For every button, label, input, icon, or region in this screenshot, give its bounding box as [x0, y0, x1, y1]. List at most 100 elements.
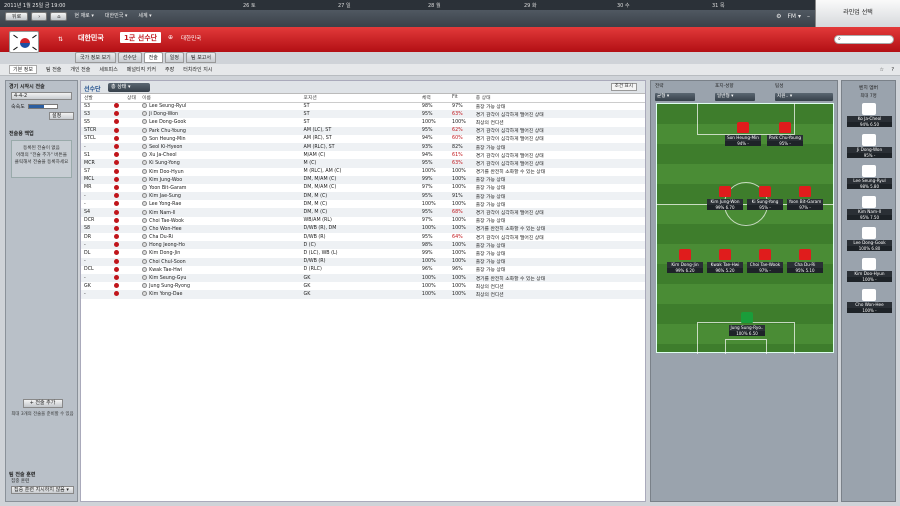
player-shirt-icon[interactable]: [799, 249, 811, 260]
player-status-icon[interactable]: [114, 217, 120, 223]
player-shirt-icon[interactable]: [779, 122, 791, 133]
subnav-basic[interactable]: 기본 정보: [9, 65, 37, 74]
column-header[interactable]: Fit: [449, 94, 473, 103]
calendar-day[interactable]: 26 토: [243, 2, 256, 9]
tactic-view-dropdown[interactable]: 설정: [49, 112, 74, 120]
info-icon[interactable]: ⊕: [168, 34, 173, 41]
tab-fixtures[interactable]: 일정: [164, 52, 184, 63]
add-tactic-button[interactable]: + 전술 추가: [22, 399, 63, 408]
table-row[interactable]: S8 Cho Won-Hee D/WB (R), DM 100% 100% 경기를 완전히…: [81, 224, 645, 233]
player-shirt-icon[interactable]: [719, 249, 731, 260]
player-status-icon[interactable]: [114, 168, 120, 174]
td-name[interactable]: Kim Seung-Gyu: [139, 273, 301, 283]
table-row[interactable]: DCL Kwak Tae-Hwi D (RLC) 96% 96% 출장 가능 상태: [81, 266, 645, 274]
table-row[interactable]: STCL Son Heung-Min AM (RC), ST 94% 60% 경기 감각이…: [81, 135, 645, 143]
calendar-day[interactable]: 28 월: [428, 2, 441, 9]
player-status-icon[interactable]: [114, 234, 120, 240]
td-role[interactable]: STCL: [81, 135, 111, 143]
td-role[interactable]: -: [81, 273, 112, 283]
player-shirt-icon[interactable]: [741, 312, 753, 323]
td-name[interactable]: Lee Yong-Rae: [139, 200, 300, 208]
forward-button[interactable]: ›: [31, 12, 48, 21]
subnav-team-tactics[interactable]: 팀 전술: [46, 66, 61, 73]
subnav-penalty[interactable]: 페널티킥 키커: [127, 66, 156, 73]
nav-menu-current[interactable]: 현 재로 ▾: [70, 12, 98, 22]
home-icon[interactable]: ⌂: [50, 12, 68, 21]
td-role[interactable]: S1: [81, 151, 111, 159]
player-info-icon[interactable]: [142, 225, 148, 231]
table-row[interactable]: GK Jung Sung-Ryong GK 100% 100% 최상의 컨디션: [81, 282, 645, 290]
td-name[interactable]: Hong Jeong-Ho: [139, 241, 301, 250]
bench-shirt-icon[interactable]: [862, 227, 876, 239]
player-status-icon[interactable]: [114, 258, 120, 264]
td-name[interactable]: Yoon Bit-Garam: [139, 184, 300, 192]
td-name[interactable]: Kim Yong-Dae: [139, 290, 301, 299]
td-role[interactable]: MR: [81, 184, 111, 192]
search-input[interactable]: ⌕: [834, 35, 894, 44]
td-role[interactable]: -: [81, 200, 111, 208]
minimize-icon[interactable]: –: [807, 13, 810, 20]
player-shirt-icon[interactable]: [759, 249, 771, 260]
player-status-icon[interactable]: [114, 119, 120, 125]
td-name[interactable]: Cha Du-Ri: [139, 233, 300, 241]
player-shirt-icon[interactable]: [679, 249, 691, 260]
player-info-icon[interactable]: [142, 217, 148, 223]
td-role[interactable]: -: [81, 257, 112, 266]
table-row[interactable]: S3 Ji Dong-Won ST 95% 63% 경기 감각이 심각하게 떨어진 상태: [81, 110, 645, 119]
player-shirt-icon[interactable]: [799, 186, 811, 197]
player-info-icon[interactable]: [142, 103, 148, 109]
player-shirt-icon[interactable]: [719, 186, 731, 197]
td-role[interactable]: DCL: [81, 266, 111, 274]
nav-menu-korea[interactable]: 대한민국 ▾: [101, 12, 132, 22]
help-icon[interactable]: ?: [891, 67, 894, 73]
table-row[interactable]: S1 Xu Ja-Cheol M/AM (C) 94% 61% 경기 감각이 심각하게 떨…: [81, 151, 645, 159]
player-info-icon[interactable]: [142, 266, 148, 272]
calendar-day[interactable]: 29 화: [524, 2, 537, 9]
td-role[interactable]: S7: [81, 168, 111, 176]
td-role[interactable]: -: [81, 192, 112, 201]
calendar-day[interactable]: 30 수: [617, 2, 630, 9]
table-row[interactable]: S7 Kim Doo-Hyun M (RLC), AM (C) 100% 100% 경기를…: [81, 168, 645, 176]
table-row[interactable]: DCR Choi Tae-Wook WB/AM (RL) 97% 100% 출장 가능 상…: [81, 217, 645, 225]
player-info-icon[interactable]: [142, 168, 148, 174]
column-header[interactable]: [111, 94, 125, 103]
table-row[interactable]: MR Yoon Bit-Garam DM, M/AM (C) 97% 100% 출장 가능…: [81, 184, 645, 192]
td-name[interactable]: Park Chu-Young: [139, 126, 301, 135]
player-status-icon[interactable]: [114, 144, 120, 150]
tab-tactics[interactable]: 전술: [143, 52, 163, 63]
player-info-icon[interactable]: [142, 258, 148, 264]
player-info-icon[interactable]: [142, 283, 148, 289]
player-info-icon[interactable]: [142, 160, 148, 166]
td-role[interactable]: S5: [81, 118, 111, 126]
table-row[interactable]: - Seol Ki-Hyeon AM (RLC), ST 93% 82% 출장 가능 상태: [81, 142, 645, 152]
subnav-player-tactics[interactable]: 개인 전술: [70, 66, 90, 73]
column-header[interactable]: 체력: [418, 94, 450, 103]
player-status-icon[interactable]: [114, 242, 120, 248]
table-row[interactable]: DR Cha Du-Ri D/WB (R) 95% 64% 경기 감각이 심각하게 떨어진…: [81, 233, 645, 241]
table-row[interactable]: - Lee Yong-Rae DM, M (C) 100% 100% 출장 가능 상태: [81, 200, 645, 208]
player-info-icon[interactable]: [142, 234, 148, 240]
table-row[interactable]: S5 Lee Dong-Gook ST 100% 100% 최상의 컨디션: [81, 118, 645, 126]
player-info-icon[interactable]: [142, 135, 148, 141]
table-row[interactable]: - Kim Seung-Gyu GK 100% 100% 경기를 완전히 소화할 수 있는…: [81, 273, 645, 283]
strategy-dropdown[interactable]: 균형 ▾: [655, 93, 695, 101]
td-name[interactable]: Jung Sung-Ryong: [139, 282, 300, 290]
player-status-icon[interactable]: [114, 103, 120, 109]
filter-button[interactable]: 조건 표시: [610, 83, 637, 91]
td-name[interactable]: Lee Dong-Gook: [139, 118, 300, 126]
player-status-icon[interactable]: [114, 127, 120, 133]
player-status-icon[interactable]: [114, 160, 120, 166]
td-name[interactable]: Kim Jae-Sung: [139, 192, 301, 201]
td-name[interactable]: Kim Doo-Hyun: [139, 168, 300, 176]
td-role[interactable]: MCR: [81, 159, 112, 168]
player-status-icon[interactable]: [114, 193, 120, 199]
column-header[interactable]: 포지션: [300, 94, 419, 103]
td-role[interactable]: DL: [81, 249, 111, 257]
table-row[interactable]: - Choi Chul-Soon D/WB (R) 100% 100% 출장 가능 상태: [81, 257, 645, 266]
bench-shirt-icon[interactable]: [862, 103, 876, 115]
table-row[interactable]: S3 Lee Seung-Ryul ST 98% 97% 출장 가능 상태: [81, 102, 645, 110]
nav-menu-world[interactable]: 세계 ▾: [134, 12, 155, 22]
player-info-icon[interactable]: [142, 176, 148, 182]
formation-dropdown[interactable]: 4-4-2: [11, 92, 72, 100]
bench-shirt-icon[interactable]: [862, 134, 876, 146]
